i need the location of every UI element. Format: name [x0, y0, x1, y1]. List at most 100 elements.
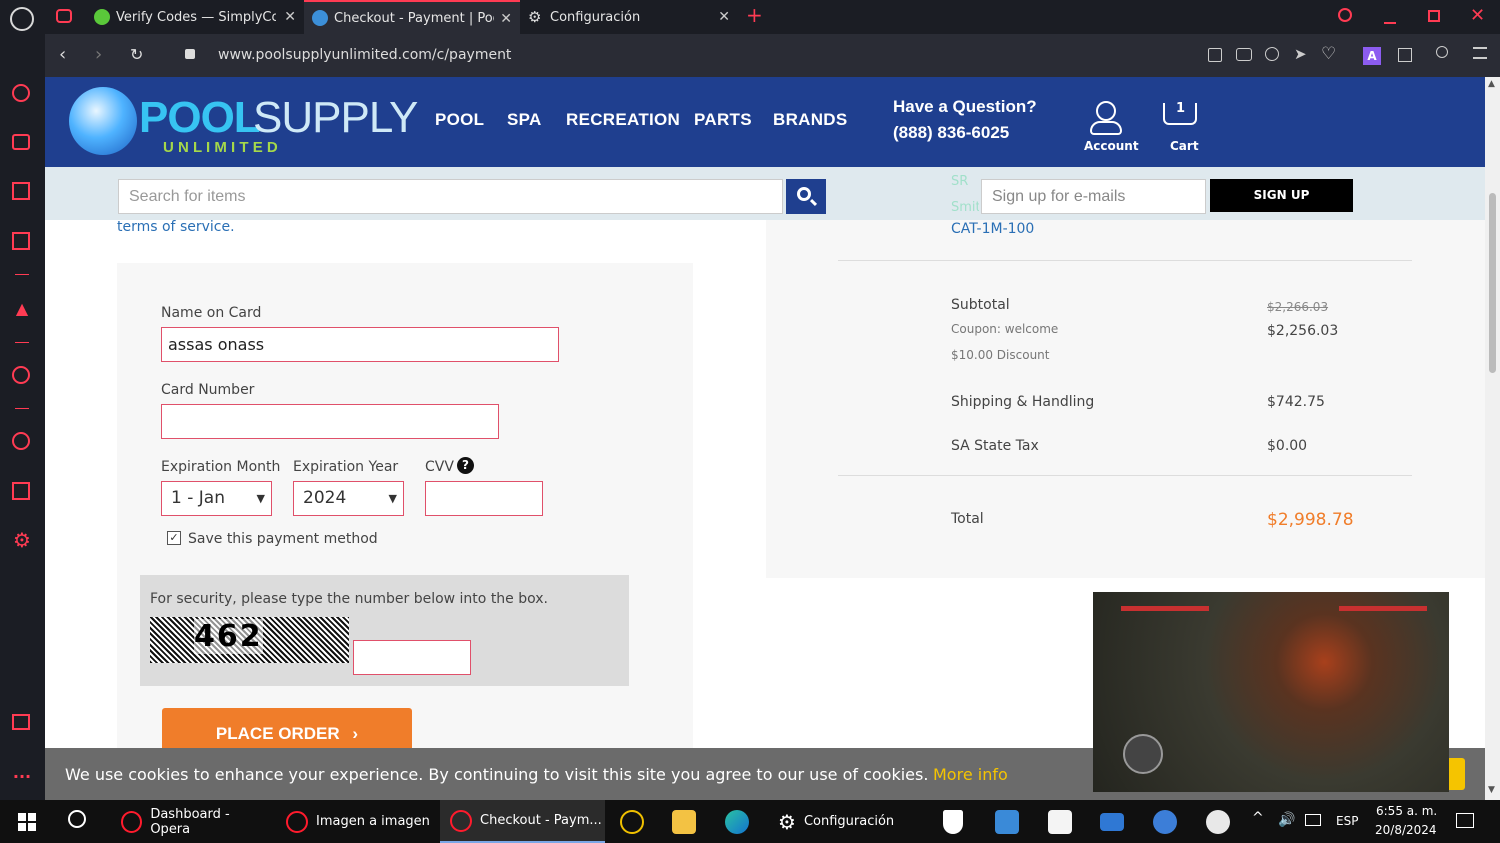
coupon-label: Coupon: welcome: [951, 322, 1059, 336]
camera-icon[interactable]: [1236, 48, 1252, 61]
cookie-more-info-link[interactable]: More info: [933, 765, 1008, 784]
clock-time[interactable]: 6:55 a. m.: [1376, 804, 1437, 818]
edge-icon[interactable]: [725, 810, 749, 834]
url-field[interactable]: www.poolsupplyunlimited.com/c/payment: [218, 47, 511, 63]
search-button[interactable]: [786, 179, 826, 214]
player-icon[interactable]: [12, 366, 30, 384]
opera-icon: [286, 810, 308, 833]
signup-button[interactable]: SIGN UP: [1210, 179, 1353, 212]
pool-supply-logo[interactable]: POOL SUPPLY U N L I M I T E D: [67, 85, 418, 157]
clock-date[interactable]: 20/8/2024: [1375, 823, 1437, 837]
security-shield-icon[interactable]: [943, 810, 963, 834]
file-explorer-icon[interactable]: [672, 810, 696, 834]
nav-brands[interactable]: BRANDS: [773, 110, 848, 130]
email-signup-input[interactable]: Sign up for e-mails: [981, 179, 1206, 214]
gear-icon: ⚙: [778, 809, 796, 834]
taskbar-app-dashboard-opera[interactable]: Dashboard - Opera: [113, 800, 269, 843]
aria-icon[interactable]: ▲: [12, 299, 32, 319]
notifications-icon[interactable]: [1456, 813, 1474, 828]
profile-icon[interactable]: [1436, 46, 1448, 58]
close-window-icon[interactable]: ✕: [1470, 5, 1485, 26]
minimize-icon[interactable]: [1384, 22, 1396, 24]
cvv-label: CVV: [425, 459, 454, 475]
cube-icon[interactable]: [12, 482, 30, 500]
close-tab-icon[interactable]: ✕: [284, 9, 296, 25]
chevron-up-icon[interactable]: ^: [1252, 810, 1264, 826]
help-phone[interactable]: (888) 836-6025: [893, 123, 1009, 143]
opera-logo-icon[interactable]: [10, 7, 34, 31]
captcha-input[interactable]: [353, 640, 471, 675]
nav-recreation[interactable]: RECREATION: [566, 110, 680, 130]
save-payment-checkbox[interactable]: ✓: [167, 531, 181, 545]
restore-icon[interactable]: [1428, 10, 1440, 22]
name-on-card-input[interactable]: assas onass: [161, 327, 559, 362]
history-icon[interactable]: [12, 432, 30, 450]
terms-of-service-link[interactable]: terms of service.: [117, 219, 235, 235]
speed-dial-icon[interactable]: [12, 84, 30, 102]
extension-a-icon[interactable]: A: [1363, 47, 1381, 65]
cvv-input[interactable]: [425, 481, 543, 516]
tab-verify-codes[interactable]: Verify Codes — SimplyCodes ✕: [86, 0, 304, 34]
lock-icon[interactable]: [185, 49, 195, 59]
name-on-card-label: Name on Card: [161, 305, 262, 321]
search-input[interactable]: Search for items: [118, 179, 783, 214]
taskbar-app-imagen[interactable]: Imagen a imagen: [278, 800, 434, 843]
video-popout-player[interactable]: [1093, 592, 1449, 792]
tab-configuracion[interactable]: ⚙ Configuración ✕: [520, 0, 738, 34]
cube-icon[interactable]: [1398, 48, 1412, 62]
gallery-icon[interactable]: [12, 714, 30, 730]
share-icon[interactable]: [1208, 48, 1222, 62]
language-indicator[interactable]: ESP: [1336, 814, 1358, 828]
control-panel-icon[interactable]: [995, 810, 1019, 834]
forward-icon[interactable]: ›: [95, 44, 102, 65]
nav-spa[interactable]: SPA: [507, 110, 542, 130]
taskbar-app-configuracion[interactable]: ⚙ Configuración: [770, 800, 900, 843]
bag-icon[interactable]: [12, 134, 30, 150]
nav-parts[interactable]: PARTS: [694, 110, 752, 130]
close-tab-icon[interactable]: ✕: [500, 11, 512, 27]
expiration-year-select[interactable]: 2024 ▼: [293, 481, 404, 516]
scroll-down-icon[interactable]: ▼: [1488, 785, 1495, 795]
cart-button[interactable]: 1 Cart: [1157, 99, 1205, 157]
store-icon[interactable]: [1048, 810, 1072, 834]
easy-setup-icon[interactable]: [1473, 47, 1487, 59]
twitch-icon[interactable]: [12, 182, 30, 200]
subtotal-label: Subtotal: [951, 297, 1010, 313]
adblock-icon[interactable]: [1265, 47, 1279, 61]
page-scrollbar[interactable]: ▲ ▼: [1485, 77, 1500, 800]
qbittorrent-icon[interactable]: [1153, 810, 1177, 834]
scroll-up-icon[interactable]: ▲: [1488, 79, 1495, 89]
new-tab-button[interactable]: +: [746, 3, 763, 27]
scroll-thumb[interactable]: [1489, 193, 1496, 373]
nav-pool[interactable]: POOL: [435, 110, 484, 130]
search-icon[interactable]: [68, 810, 86, 828]
expiration-month-select[interactable]: 1 - Jan ▼: [161, 481, 272, 516]
close-tab-icon[interactable]: ✕: [718, 9, 730, 25]
opera-gx-icon[interactable]: [620, 810, 644, 834]
settings-icon[interactable]: ⚙: [12, 530, 32, 550]
boss-health-bar: [1339, 606, 1427, 611]
heart-icon[interactable]: ♡: [1321, 44, 1336, 64]
send-icon[interactable]: ➤: [1294, 45, 1307, 63]
card-number-input[interactable]: [161, 404, 499, 439]
product-sku[interactable]: CAT-1M-100: [951, 221, 1034, 237]
volume-icon[interactable]: 🔊: [1278, 812, 1295, 828]
account-button[interactable]: Account: [1081, 99, 1139, 157]
network-icon[interactable]: [1305, 814, 1321, 826]
paint-icon[interactable]: [1206, 810, 1230, 834]
search-tabs-icon[interactable]: [1338, 8, 1352, 22]
cvv-help-icon[interactable]: ?: [457, 457, 474, 474]
extension-chip-icon[interactable]: [12, 232, 30, 250]
workspaces-icon[interactable]: [56, 9, 72, 23]
taskbar-app-checkout[interactable]: Checkout - Paym...: [440, 800, 605, 843]
tab-checkout-payment[interactable]: Checkout - Payment | Pool Supply Unlimit…: [304, 0, 520, 34]
chevron-down-icon: ▼: [256, 492, 265, 505]
more-icon[interactable]: ···: [12, 767, 32, 787]
back-icon[interactable]: ‹: [59, 44, 66, 65]
mail-icon[interactable]: [1100, 813, 1124, 831]
reload-icon[interactable]: ↻: [130, 45, 143, 64]
total-label: Total: [951, 511, 984, 527]
windows-start-icon[interactable]: [18, 813, 36, 831]
cookie-text: We use cookies to enhance your experienc…: [65, 765, 929, 784]
site-header: POOL SUPPLY U N L I M I T E D POOL SPA R…: [45, 77, 1485, 167]
